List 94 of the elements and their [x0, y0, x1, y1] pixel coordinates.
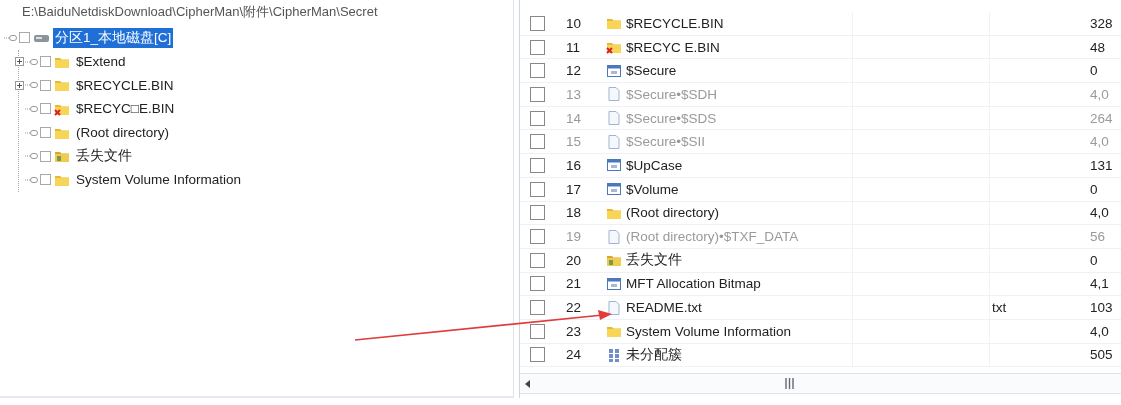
file-extension: txt — [992, 300, 1007, 316]
row-number: 22 — [565, 299, 583, 318]
row-number: 11 — [565, 38, 581, 57]
row-number: 19 — [565, 228, 583, 247]
file-size: 56 — [1090, 229, 1106, 245]
checkbox[interactable] — [530, 205, 545, 221]
expand-icon[interactable] — [15, 80, 24, 90]
checkbox[interactable] — [530, 157, 545, 173]
file-icon — [606, 133, 622, 150]
file-size: 505 — [1090, 347, 1113, 363]
row-number: 10 — [565, 14, 583, 33]
grid-icon — [606, 346, 622, 363]
file-size: 0 — [1090, 181, 1098, 197]
file-icon — [606, 86, 622, 103]
file-size: 328 — [1090, 15, 1113, 31]
left-arrow-icon — [524, 378, 532, 389]
checkbox[interactable] — [530, 86, 545, 102]
row-number: 12 — [565, 62, 583, 81]
file-icon — [606, 110, 622, 127]
path-text: E:\BaiduNetdiskDownload\CipherMan\附件\CipherMan\Secret — [21, 4, 379, 21]
row-number: 23 — [565, 322, 583, 341]
checkbox[interactable] — [530, 39, 545, 55]
checkbox[interactable] — [530, 229, 545, 245]
row-number: 15 — [565, 133, 583, 152]
file-name[interactable]: $UpCase — [626, 157, 683, 173]
row-number: 17 — [565, 180, 583, 199]
file-size: 4,0 — [1090, 205, 1109, 221]
file-name[interactable]: MFT Allocation Bitmap — [626, 276, 761, 292]
checkbox[interactable] — [530, 63, 545, 79]
checkbox[interactable] — [530, 110, 545, 126]
system-file-icon — [606, 181, 622, 198]
row-number: 20 — [565, 251, 583, 270]
checkbox[interactable] — [530, 347, 545, 363]
file-icon — [606, 299, 622, 316]
file-name[interactable]: 未分配簇 — [626, 345, 682, 364]
file-size: 264 — [1090, 110, 1113, 126]
node-handle-icon — [4, 32, 18, 43]
checkbox[interactable] — [19, 32, 30, 44]
tree-item[interactable]: System Volume Information — [74, 171, 244, 189]
checkbox[interactable] — [530, 276, 545, 292]
node-handle-icon — [25, 127, 39, 138]
checkbox[interactable] — [530, 15, 545, 31]
row-number: 24 — [565, 346, 583, 365]
checkbox[interactable] — [530, 323, 545, 339]
file-size: 4,0 — [1090, 134, 1109, 150]
row-number: 18 — [565, 204, 583, 223]
row-number: 13 — [565, 85, 583, 104]
tree-item[interactable]: $Extend — [74, 53, 128, 71]
file-name[interactable]: 丢失文件 — [626, 251, 682, 270]
checkbox[interactable] — [530, 252, 545, 268]
file-size: 131 — [1090, 157, 1113, 173]
file-name[interactable]: $RECYC E.BIN — [626, 39, 720, 55]
checkbox[interactable] — [40, 56, 51, 68]
file-name[interactable]: (Root directory) — [626, 205, 720, 221]
row-number: 16 — [565, 156, 583, 175]
checkbox[interactable] — [530, 300, 545, 316]
file-size: 0 — [1090, 63, 1098, 79]
node-handle-icon — [25, 103, 39, 114]
checkbox[interactable] — [530, 134, 545, 150]
file-icon — [606, 228, 622, 245]
node-handle-icon — [25, 151, 39, 162]
node-handle-icon — [25, 174, 39, 185]
tree-item[interactable]: 丢失文件 — [74, 146, 134, 167]
tree-item[interactable]: $RECYC□E.BIN — [74, 100, 177, 118]
row-number: 21 — [565, 275, 583, 294]
node-handle-icon — [25, 56, 39, 67]
file-size: 103 — [1090, 300, 1113, 316]
file-size: 4,0 — [1090, 323, 1109, 339]
checkbox[interactable] — [40, 103, 51, 115]
checkbox[interactable] — [40, 150, 51, 162]
file-size: 0 — [1090, 252, 1098, 268]
checkbox[interactable] — [40, 127, 51, 139]
file-size: 4,0 — [1090, 86, 1109, 102]
horizontal-scrollbar[interactable] — [520, 373, 1121, 394]
checkbox[interactable] — [40, 174, 51, 186]
file-name[interactable]: System Volume Information — [626, 323, 792, 339]
row-number: 14 — [565, 109, 583, 128]
file-name[interactable]: $Secure — [626, 63, 677, 79]
file-name[interactable]: $Volume — [626, 181, 679, 197]
file-size: 48 — [1090, 39, 1106, 55]
tree-item[interactable]: 分区1_本地磁盘[C] — [53, 27, 174, 48]
file-name[interactable]: $RECYCLE.BIN — [626, 15, 724, 31]
file-name[interactable]: README.txt — [626, 300, 702, 316]
expand-icon[interactable] — [15, 57, 24, 67]
tree-item[interactable]: (Root directory) — [74, 124, 172, 142]
file-size: 4,1 — [1090, 276, 1109, 292]
system-file-icon — [606, 157, 622, 174]
tree-item[interactable]: $RECYCLE.BIN — [74, 76, 176, 94]
system-file-icon — [606, 275, 622, 292]
checkbox[interactable] — [530, 181, 545, 197]
node-handle-icon — [25, 80, 39, 91]
system-file-icon — [606, 62, 622, 79]
checkbox[interactable] — [40, 79, 51, 91]
scroll-grip-icon — [785, 378, 794, 389]
